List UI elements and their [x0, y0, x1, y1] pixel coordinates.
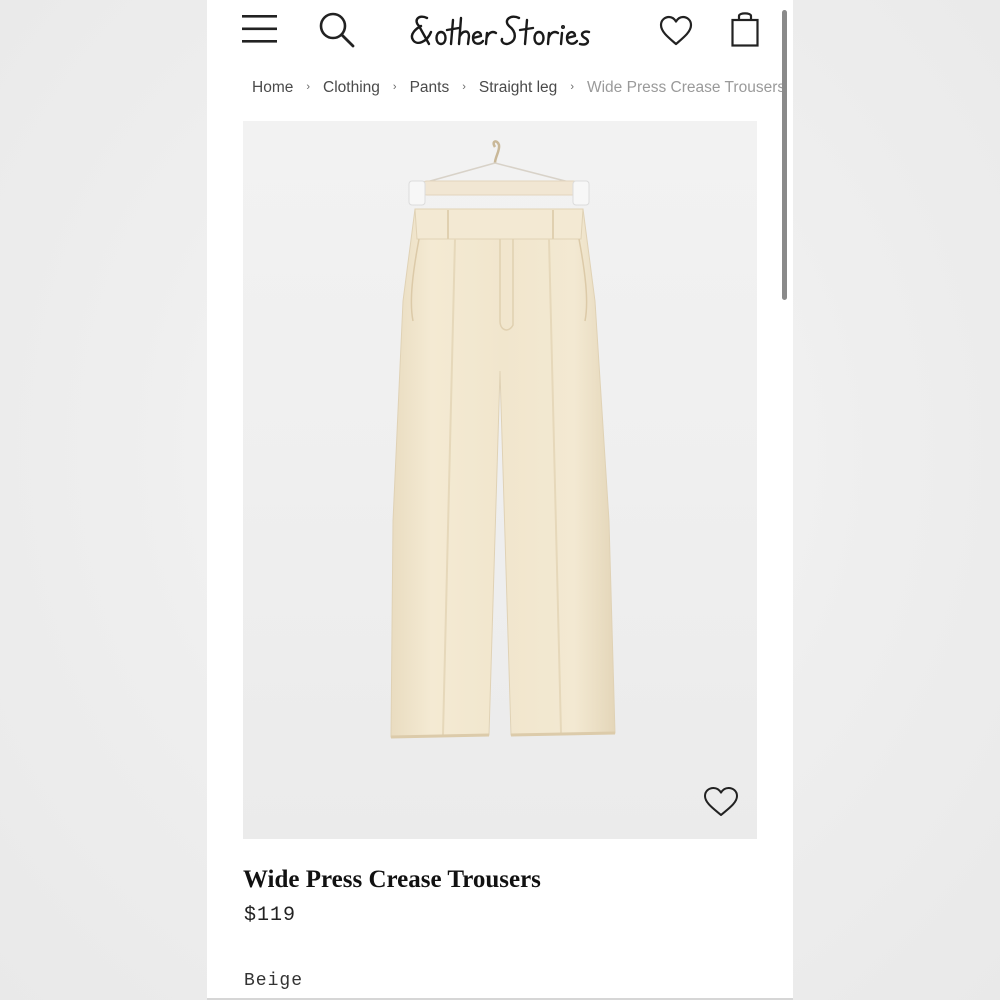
product-image[interactable] — [243, 121, 757, 839]
search-icon[interactable] — [319, 12, 355, 48]
product-color-label: Beige — [244, 971, 304, 991]
menu-icon[interactable] — [242, 14, 277, 44]
breadcrumb-separator: › — [462, 81, 466, 93]
product-title: Wide Press Crease Trousers — [243, 866, 541, 893]
breadcrumb-home[interactable]: Home — [252, 79, 293, 97]
product-price: $119 — [244, 904, 297, 927]
breadcrumb-clothing[interactable]: Clothing — [323, 79, 380, 97]
trousers-photo — [390, 140, 616, 739]
breadcrumb: Home › Clothing › Pants › Straight leg ›… — [252, 78, 785, 98]
breadcrumb-pants[interactable]: Pants — [410, 79, 450, 97]
heart-icon[interactable] — [659, 15, 693, 47]
shopping-bag-icon[interactable] — [731, 11, 759, 47]
product-page: Home › Clothing › Pants › Straight leg ›… — [207, 0, 793, 998]
add-to-wishlist-heart-icon[interactable] — [703, 786, 739, 818]
breadcrumb-separator: › — [392, 81, 397, 93]
scrollbar[interactable] — [782, 10, 787, 300]
breadcrumb-separator: › — [570, 81, 574, 93]
breadcrumb-separator: › — [306, 81, 311, 93]
breadcrumb-current-product: Wide Press Crease Trousers — [586, 79, 786, 96]
brand-logo[interactable] — [407, 6, 597, 54]
breadcrumb-straight-leg[interactable]: Straight leg — [479, 79, 557, 97]
